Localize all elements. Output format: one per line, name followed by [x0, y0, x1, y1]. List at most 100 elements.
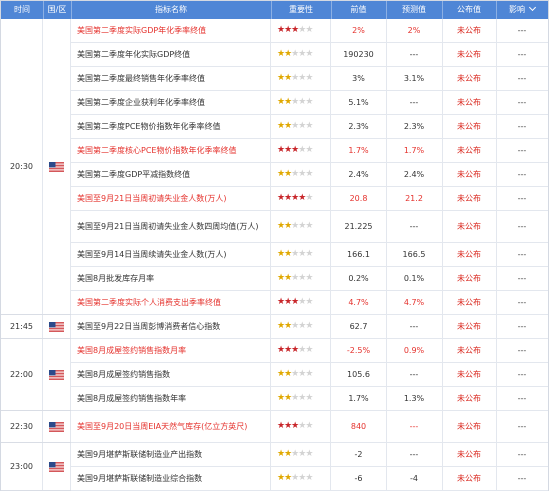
star-rating-icon: ★★★★★	[277, 122, 313, 131]
table-row[interactable]: 美国8月批发库存月率 ★★★★★ 0.2% 0.1% 未公布 ---	[71, 267, 548, 291]
star-icon: ★	[305, 249, 313, 259]
previous-value: 21.225	[331, 211, 387, 242]
actual-value: 未公布	[442, 19, 497, 42]
indicator-name: 美国第二季度实际GDP年化季率终值	[71, 19, 271, 42]
star-rating-icon: ★★★★★	[277, 449, 313, 459]
effect-value: ---	[517, 222, 527, 231]
star-rating-icon: ★★★★★	[277, 393, 313, 403]
chevron-down-icon[interactable]	[528, 3, 537, 12]
table-row[interactable]: 美国第二季度实际个人消费支出季率终值 ★★★★★ 4.7% 4.7% 未公布 ---	[71, 291, 548, 315]
indicator-name: 美国9月堪萨斯联储制造业综合指数	[71, 467, 271, 490]
previous-value: -2.5%	[331, 339, 387, 362]
importance-stars: ★★★★★	[271, 411, 331, 442]
table-row[interactable]: 美国至9月21日当周初请失业金人数(万人) ★★★★★ 20.8 21.2 未公布 ---	[71, 187, 548, 211]
previous-value: 190230	[331, 43, 387, 66]
forecast-value: 1.7%	[386, 139, 443, 162]
table-row[interactable]: 美国至9月22日当周彭博消费者信心指数 ★★★★★ 62.7 --- 未公布 ---	[71, 315, 548, 339]
previous-value: 840	[331, 411, 387, 442]
importance-stars: ★★★★★	[271, 163, 331, 186]
previous-value: -6	[331, 467, 387, 490]
importance-stars: ★★★★★	[271, 267, 331, 290]
time-group: 22:30	[1, 411, 71, 443]
indicator-name: 美国第二季度核心PCE物价指数年化季率终值	[71, 139, 271, 162]
forecast-value: ---	[386, 315, 443, 338]
header-effect-dropdown[interactable]: 影响	[496, 1, 548, 19]
previous-value: 4.7%	[331, 291, 387, 314]
forecast-value: 2.3%	[386, 115, 443, 138]
economic-calendar-table: 时间 国/区 指标名称 重要性 前值 预测值 公布值 影响 20:30 21:45…	[0, 0, 549, 491]
star-icon: ★	[305, 393, 313, 403]
table-row[interactable]: 美国8月成屋签约销售指数年率 ★★★★★ 1.7% 1.3% 未公布 ---	[71, 387, 548, 411]
time-group: 22:00	[1, 339, 71, 411]
table-row[interactable]: 美国9月堪萨斯联储制造业综合指数 ★★★★★ -6 -4 未公布 ---	[71, 467, 548, 491]
star-icon: ★	[305, 473, 313, 483]
header-previous: 前值	[331, 1, 387, 19]
previous-value: 0.2%	[331, 267, 387, 290]
us-flag-icon	[43, 339, 71, 410]
table-row[interactable]: 美国第二季度实际GDP年化季率终值 ★★★★★ 2% 2% 未公布 ---	[71, 19, 548, 43]
table-row[interactable]: 美国第二季度年化实际GDP终值 ★★★★★ 190230 --- 未公布 ---	[71, 43, 548, 67]
effect-value: ---	[517, 474, 527, 483]
importance-stars: ★★★★★	[271, 387, 331, 410]
star-rating-icon: ★★★★★	[277, 249, 313, 259]
star-icon: ★	[305, 169, 313, 179]
previous-value: 166.1	[331, 243, 387, 266]
previous-value: 2%	[331, 19, 387, 42]
indicator-name: 美国至9月22日当周彭博消费者信心指数	[71, 315, 271, 338]
importance-stars: ★★★★★	[271, 19, 331, 42]
effect-value: ---	[517, 146, 527, 155]
star-icon: ★	[305, 321, 313, 331]
table-row[interactable]: 美国至9月20日当周EIA天然气库存(亿立方英尺) ★★★★★ 840 --- 未公布 -…	[71, 411, 548, 443]
star-rating-icon: ★★★★★	[277, 422, 313, 431]
us-flag-icon	[43, 315, 71, 338]
table-row[interactable]: 美国第二季度GDP平减指数终值 ★★★★★ 2.4% 2.4% 未公布 ---	[71, 163, 548, 187]
actual-value: 未公布	[442, 139, 497, 162]
release-time: 22:00	[1, 339, 43, 410]
table-row[interactable]: 美国9月堪萨斯联储制造业产出指数 ★★★★★ -2 --- 未公布 ---	[71, 443, 548, 467]
previous-value: 3%	[331, 67, 387, 90]
table-row[interactable]: 美国第二季度企业获利年化季率终值 ★★★★★ 5.1% --- 未公布 ---	[71, 91, 548, 115]
table-row[interactable]: 美国第二季度PCE物价指数年化季率终值 ★★★★★ 2.3% 2.3% 未公布 ---	[71, 115, 548, 139]
table-row[interactable]: 美国至9月21日当周初请失业金人数四周均值(万人) ★★★★★ 21.225 --- 未…	[71, 211, 548, 243]
release-time: 21:45	[1, 315, 43, 338]
star-icon: ★	[305, 449, 313, 459]
importance-stars: ★★★★★	[271, 211, 331, 242]
indicator-name: 美国至9月21日当周初请失业金人数(万人)	[71, 187, 271, 210]
header-actual: 公布值	[442, 1, 497, 19]
effect-value: ---	[517, 274, 527, 283]
actual-value: 未公布	[442, 339, 497, 362]
actual-value: 未公布	[442, 291, 497, 314]
star-rating-icon: ★★★★★	[277, 194, 313, 203]
actual-value: 未公布	[442, 387, 497, 410]
previous-value: -2	[331, 443, 387, 466]
forecast-value: ---	[386, 363, 443, 386]
effect-value: ---	[517, 450, 527, 459]
star-rating-icon: ★★★★★	[277, 222, 313, 231]
forecast-value: 4.7%	[386, 291, 443, 314]
header-time: 时间	[1, 1, 44, 19]
indicator-name: 美国第二季度PCE物价指数年化季率终值	[71, 115, 271, 138]
importance-stars: ★★★★★	[271, 243, 331, 266]
actual-value: 未公布	[442, 267, 497, 290]
header-indicator-name: 指标名称	[71, 1, 272, 19]
star-rating-icon: ★★★★★	[277, 146, 313, 155]
forecast-value: ---	[386, 43, 443, 66]
table-row[interactable]: 美国8月成屋签约销售指数月率 ★★★★★ -2.5% 0.9% 未公布 ---	[71, 339, 548, 363]
previous-value: 5.1%	[331, 91, 387, 114]
actual-value: 未公布	[442, 315, 497, 338]
actual-value: 未公布	[442, 115, 497, 138]
table-row[interactable]: 美国第二季度核心PCE物价指数年化季率终值 ★★★★★ 1.7% 1.7% 未公布 ---	[71, 139, 548, 163]
star-rating-icon: ★★★★★	[277, 473, 313, 483]
star-icon: ★	[305, 369, 313, 379]
effect-value: ---	[517, 394, 527, 403]
effect-value: ---	[517, 74, 527, 83]
us-flag-icon	[43, 19, 71, 314]
table-row[interactable]: 美国8月成屋签约销售指数 ★★★★★ 105.6 --- 未公布 ---	[71, 363, 548, 387]
star-rating-icon: ★★★★★	[277, 50, 313, 59]
header-importance: 重要性	[271, 1, 332, 19]
release-time: 20:30	[1, 19, 43, 314]
importance-stars: ★★★★★	[271, 339, 331, 362]
table-row[interactable]: 美国至9月14日当周续请失业金人数(万人) ★★★★★ 166.1 166.5 未公布 -…	[71, 243, 548, 267]
table-row[interactable]: 美国第二季度最终销售年化季率终值 ★★★★★ 3% 3.1% 未公布 ---	[71, 67, 548, 91]
forecast-value: ---	[386, 91, 443, 114]
